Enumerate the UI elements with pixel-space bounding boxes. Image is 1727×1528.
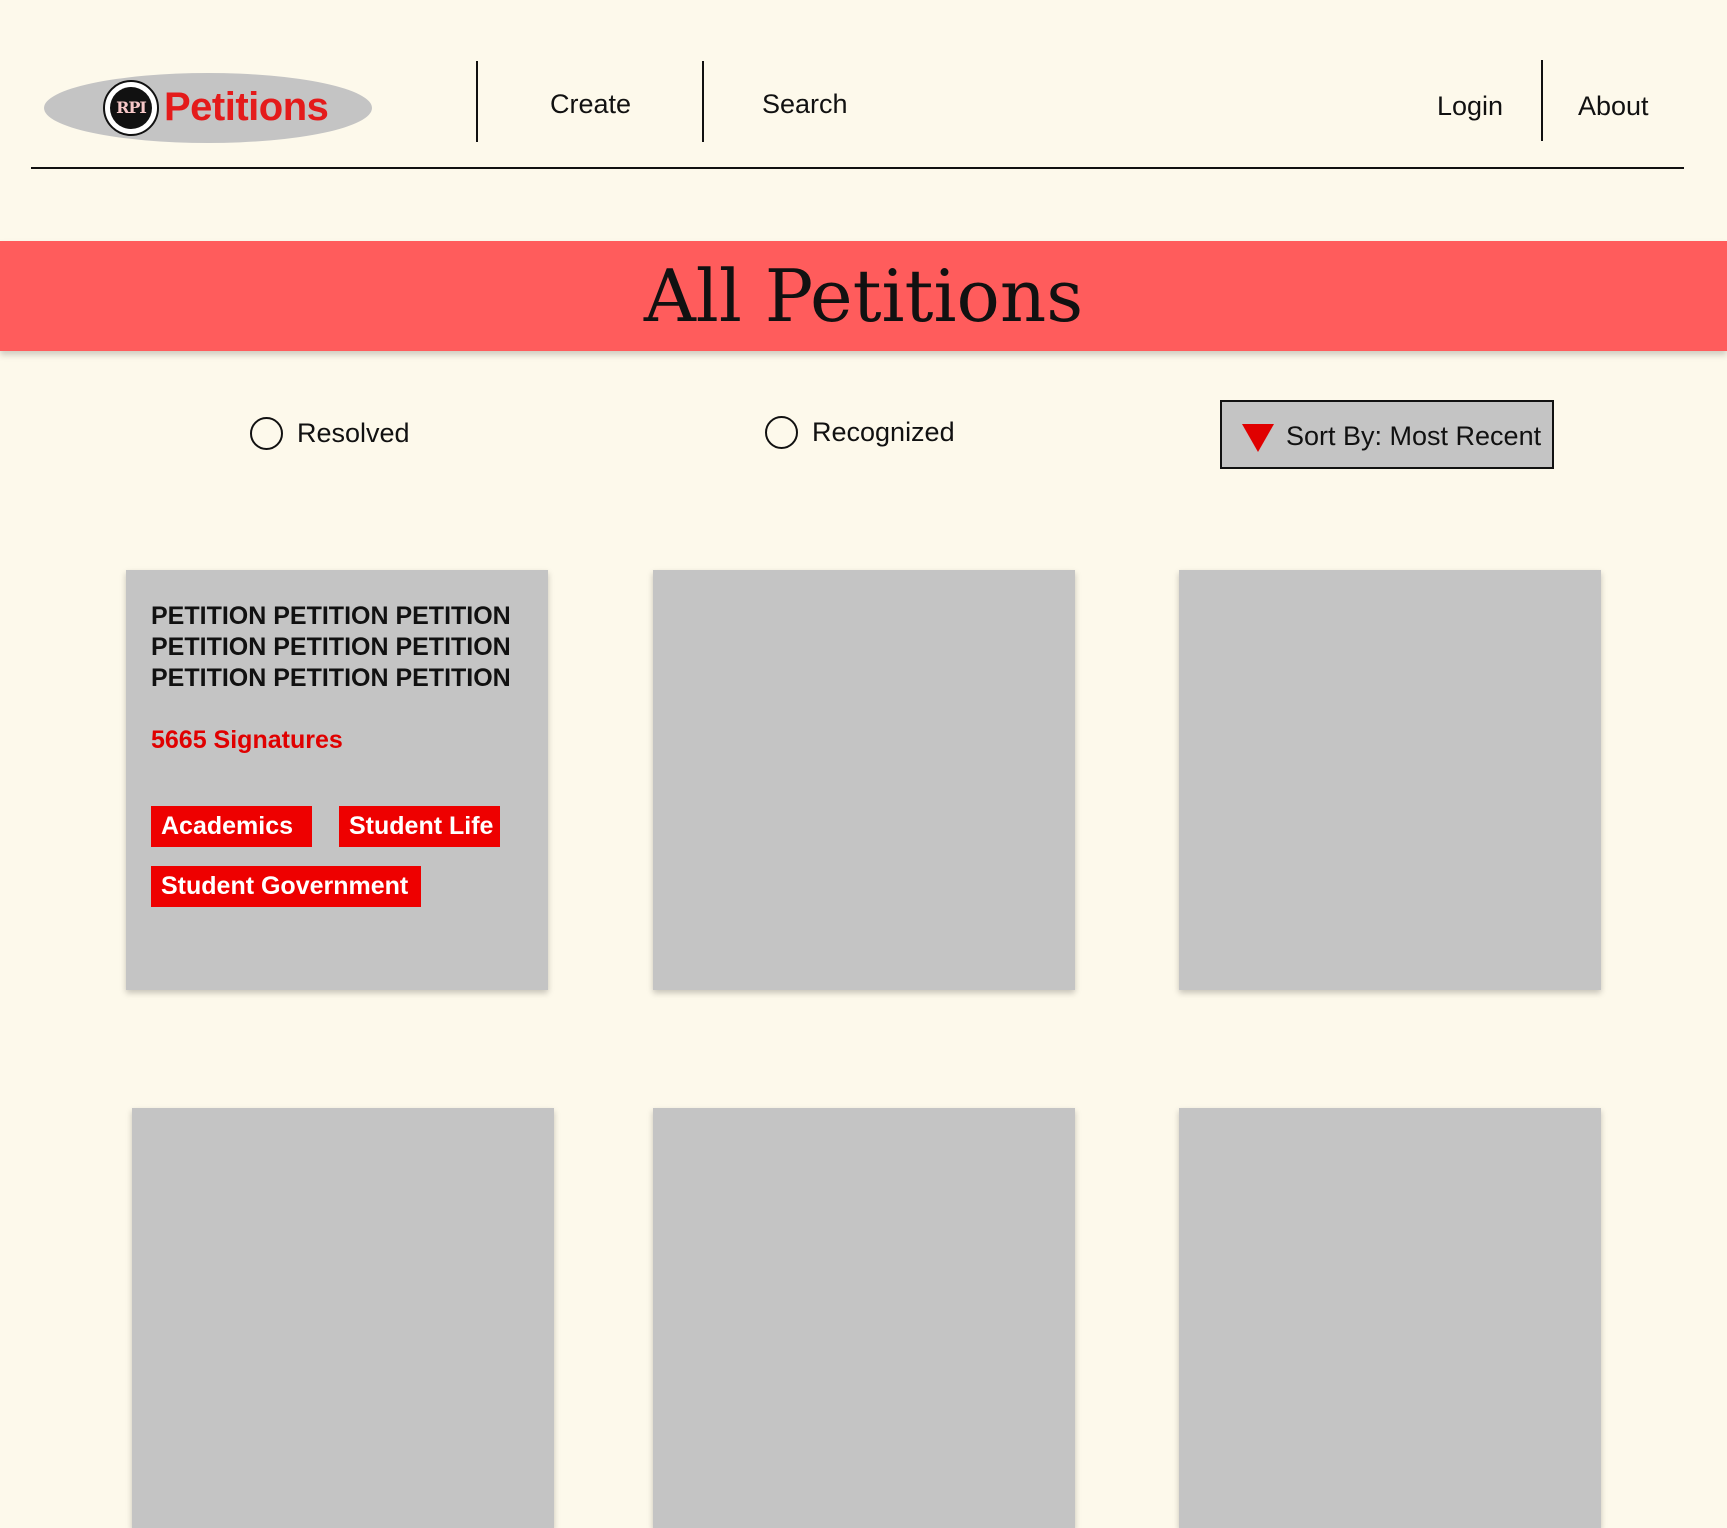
tag-academics[interactable]: Academics (151, 806, 312, 847)
petition-card-placeholder[interactable] (132, 1108, 554, 1528)
petition-card[interactable]: PETITION PETITION PETITION PETITION PETI… (126, 570, 548, 990)
recognized-filter-radio[interactable]: Recognized (765, 416, 955, 449)
tag-student-life[interactable]: Student Life (339, 806, 500, 847)
signature-count: 5665 Signatures (151, 726, 343, 754)
sort-dropdown-label: Sort By: Most Recent (1286, 421, 1542, 451)
logo[interactable]: RPI Petitions (44, 73, 372, 143)
radio-circle-icon[interactable] (250, 417, 283, 450)
rpi-seal-text: RPI (110, 87, 152, 129)
nav-divider (702, 61, 704, 142)
nav-login-link[interactable]: Login (1437, 93, 1503, 120)
resolved-filter-radio[interactable]: Resolved (250, 417, 410, 450)
sort-dropdown[interactable]: Sort By: Most Recent (1220, 400, 1554, 469)
caret-down-icon (1242, 424, 1274, 452)
petition-title: PETITION PETITION PETITION PETITION PETI… (151, 602, 511, 692)
petition-card-placeholder[interactable] (1179, 1108, 1601, 1528)
petition-card-placeholder[interactable] (1179, 570, 1601, 990)
radio-circle-icon[interactable] (765, 416, 798, 449)
nav-create-link[interactable]: Create (550, 91, 631, 118)
tag-student-government[interactable]: Student Government (151, 866, 421, 907)
rpi-seal-icon: RPI (103, 80, 159, 136)
petition-card-placeholder[interactable] (653, 570, 1075, 990)
recognized-filter-label: Recognized (812, 417, 955, 447)
page-title: All Petitions (643, 254, 1084, 338)
header-divider (31, 167, 1684, 169)
resolved-filter-label: Resolved (297, 418, 410, 448)
nav-about-link[interactable]: About (1578, 93, 1649, 120)
nav-divider (1541, 60, 1543, 141)
nav-search-link[interactable]: Search (762, 91, 848, 118)
logo-wordmark: Petitions (164, 85, 329, 129)
nav-divider (476, 61, 478, 142)
petition-card-placeholder[interactable] (653, 1108, 1075, 1528)
page-banner: All Petitions (0, 241, 1727, 351)
